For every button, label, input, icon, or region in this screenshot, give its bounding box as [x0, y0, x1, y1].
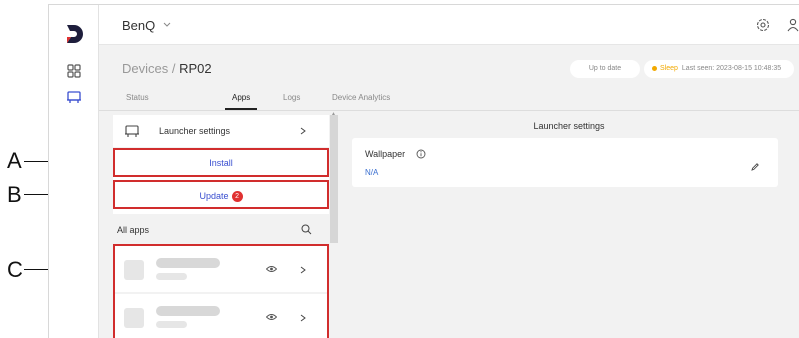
chevron-down-icon[interactable] [162, 20, 172, 30]
wallpaper-label: Wallpaper [365, 149, 406, 159]
tab-logs[interactable]: Logs [283, 93, 300, 102]
breadcrumb-devices[interactable]: Devices [122, 61, 168, 76]
info-icon[interactable] [416, 149, 426, 159]
callout-a: A [7, 148, 22, 173]
org-name[interactable]: BenQ [122, 18, 155, 33]
status-sleep: Sleep Last seen: 2023-08-15 10:48:35 [644, 60, 794, 78]
launcher-icon [125, 125, 139, 137]
wallpaper-card: Wallpaper N/A [352, 138, 778, 187]
wallpaper-value: N/A [365, 168, 379, 177]
callout-b: B [7, 182, 22, 207]
tab-status[interactable]: Status [126, 93, 149, 102]
all-apps-header: All apps [113, 215, 329, 245]
launcher-icon[interactable] [66, 89, 82, 105]
logo-icon [67, 25, 83, 43]
callout-c: C [7, 257, 23, 282]
chevron-right-icon [300, 127, 306, 135]
nav-rail [49, 5, 99, 338]
highlight-box-c [113, 244, 329, 338]
status-state: Sleep [660, 65, 678, 72]
grid-icon[interactable] [66, 63, 82, 79]
launcher-settings-label: Launcher settings [159, 126, 231, 136]
scrollbar-thumb[interactable] [330, 115, 338, 243]
app-window: BenQ Devices / RP02 Up to date Sleep Last… [48, 4, 799, 338]
gear-icon[interactable] [755, 17, 771, 33]
edit-icon[interactable] [750, 162, 760, 172]
status-dot [652, 65, 657, 71]
status-uptodate: Up to date [570, 60, 640, 78]
breadcrumb-current: RP02 [179, 61, 212, 76]
highlight-box-a [113, 148, 329, 177]
right-panel-title: Launcher settings [533, 121, 605, 131]
launcher-settings-row[interactable]: Launcher settings [113, 115, 329, 147]
tab-apps[interactable]: Apps [232, 93, 250, 102]
all-apps-label: All apps [117, 225, 150, 235]
user-icon[interactable] [785, 17, 799, 33]
breadcrumb-separator: / [168, 61, 180, 76]
breadcrumb: Devices / RP02 [122, 61, 212, 76]
tab-bar: Status Apps Logs Device Analytics [99, 89, 799, 111]
status-last-seen: Last seen: 2023-08-15 10:48:35 [681, 65, 782, 72]
top-bar: BenQ [99, 5, 799, 45]
search-icon[interactable] [301, 224, 312, 235]
active-tab-indicator [225, 108, 257, 110]
tab-device-analytics[interactable]: Device Analytics [332, 93, 390, 102]
highlight-box-b [113, 180, 329, 209]
